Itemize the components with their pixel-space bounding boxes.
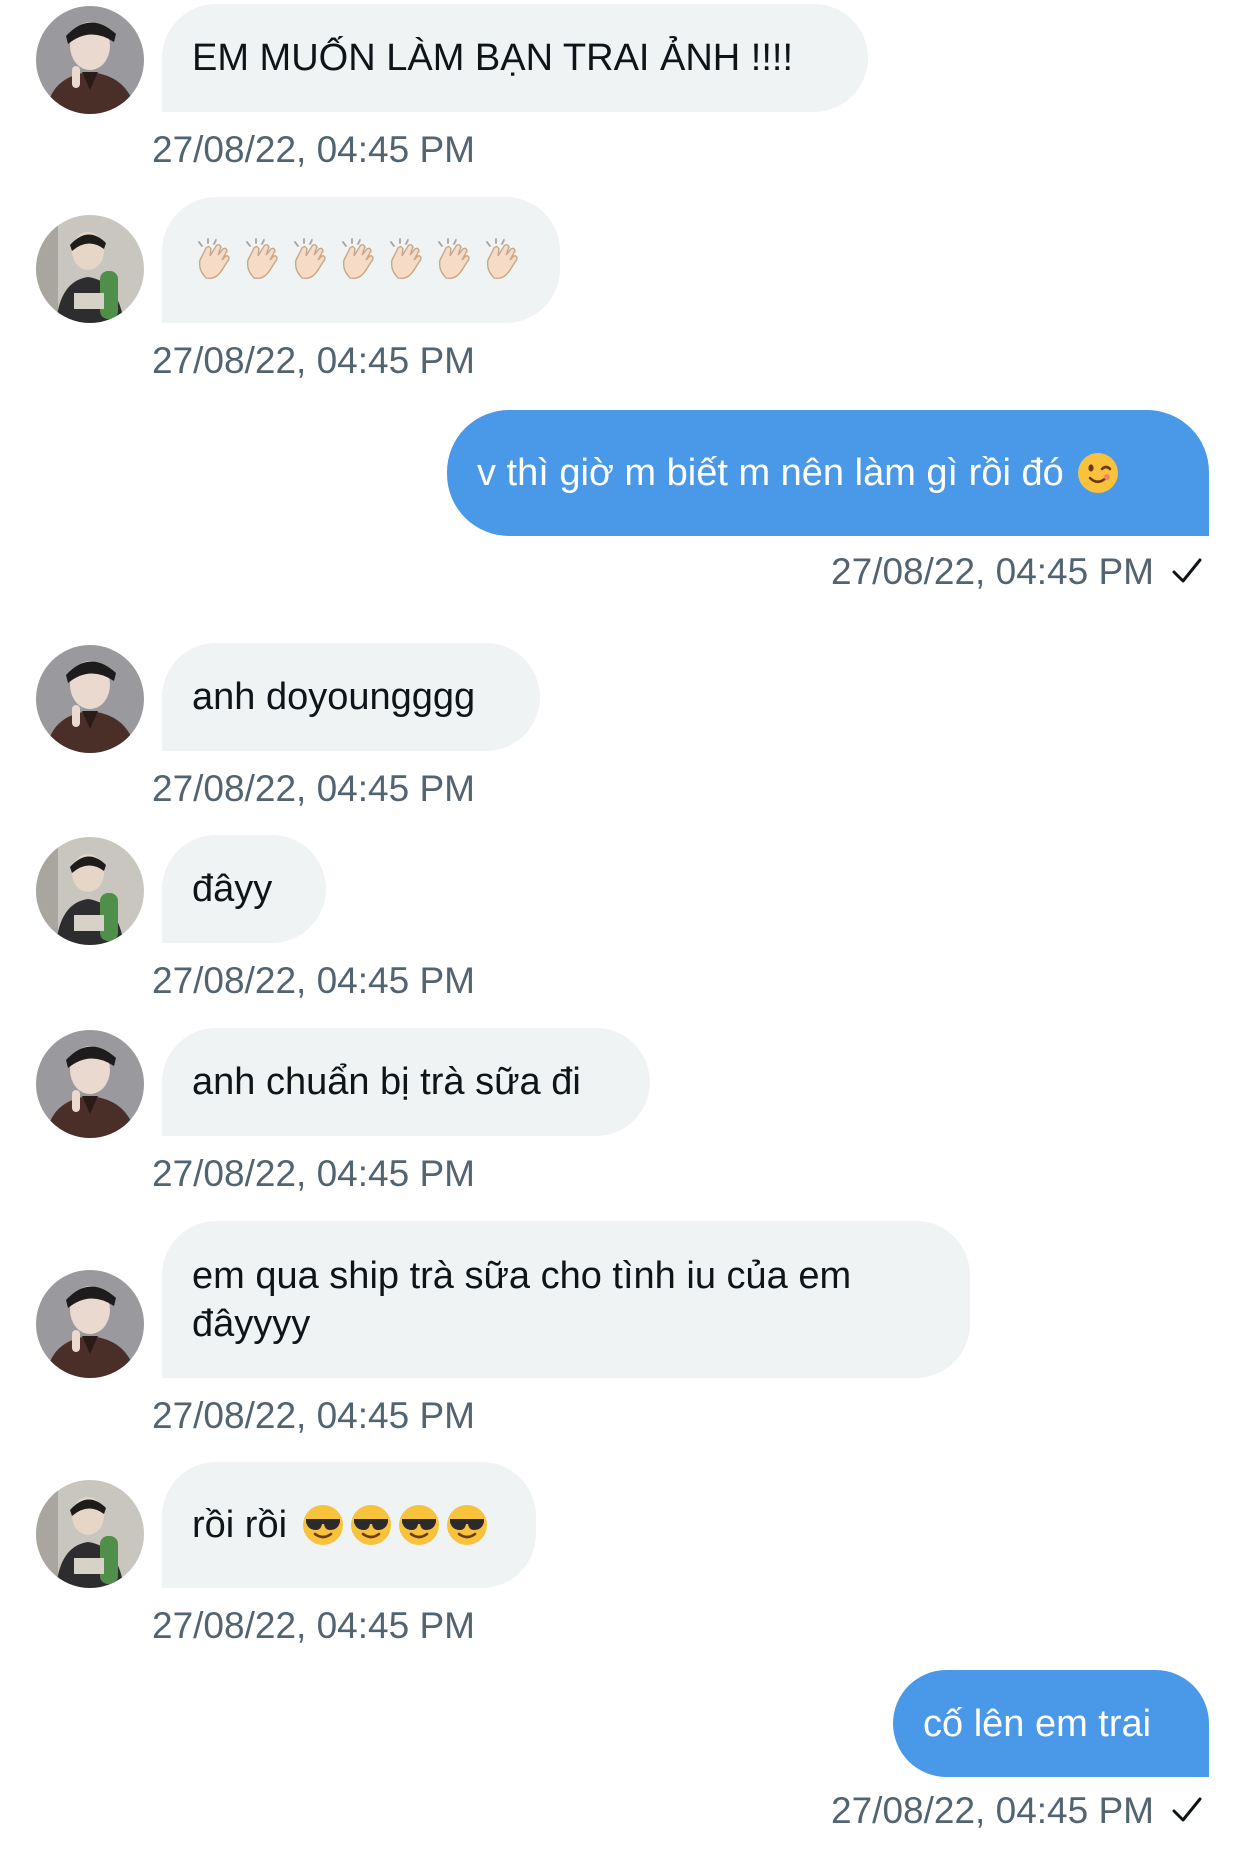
avatar[interactable] [36,645,144,753]
avatar-green-sleeve-icon [36,215,144,323]
message-text: đâyy [192,868,273,910]
clapping-hands-icon [240,238,284,282]
message-timestamp: 27/08/22, 04:45 PM [152,768,475,809]
avatar[interactable] [36,837,144,945]
avatar[interactable] [36,6,144,114]
clapping-hands-icon [384,238,428,282]
message-text: EM MUỐN LÀM BẠN TRAI ẢNH !!!! [192,37,794,79]
emoji-row [301,1503,489,1547]
avatar-dark-jacket-icon [36,6,144,114]
emoji-row [192,238,524,282]
message-timestamp: 27/08/22, 04:45 PM [152,1395,475,1436]
message-bubble[interactable] [162,197,560,323]
avatar-green-sleeve-icon [36,1480,144,1588]
checkmark-icon [1170,1793,1204,1835]
smiling-face-with-sunglasses-icon [301,1503,345,1547]
message-bubble[interactable]: em qua ship trà sữa cho tình iu của em đ… [162,1221,970,1378]
message-timestamp: 27/08/22, 04:45 PM [152,1605,475,1646]
avatar[interactable] [36,1270,144,1378]
message-text: anh doyoungggg [192,676,476,718]
smiling-face-with-sunglasses-icon [349,1503,393,1547]
message-bubble[interactable]: rồi rồi [162,1462,536,1588]
avatar[interactable] [36,215,144,323]
clapping-hands-icon [432,238,476,282]
message-text: cố lên em trai [923,1702,1152,1745]
message-bubble[interactable]: anh doyoungggg [162,643,540,751]
winking-face-icon [1076,451,1120,495]
avatar-green-sleeve-icon [36,837,144,945]
message-text: v thì giờ m biết m nên làm gì rồi đó [477,452,1064,494]
message-timestamp: 27/08/22, 04:45 PM [152,960,475,1001]
message-timestamp: 27/08/22, 04:45 PM [831,552,1204,596]
message-timestamp: 27/08/22, 04:45 PM [152,340,475,381]
avatar-dark-jacket-icon [36,1270,144,1378]
smiling-face-with-sunglasses-icon [397,1503,441,1547]
message-text: em qua ship trà sữa cho tình iu của em đ… [192,1254,852,1345]
message-timestamp: 27/08/22, 04:45 PM [152,129,475,170]
message-text: rồi rồi [192,1504,288,1546]
message-bubble[interactable]: v thì giờ m biết m nên làm gì rồi đó [447,410,1209,536]
clapping-hands-icon [192,238,236,282]
checkmark-icon [1170,554,1204,596]
avatar-dark-jacket-icon [36,645,144,753]
message-text: anh chuẩn bị trà sữa đi [192,1061,581,1103]
message-timestamp: 27/08/22, 04:45 PM [831,1791,1204,1835]
message-bubble[interactable]: cố lên em trai [893,1670,1209,1777]
message-bubble[interactable]: anh chuẩn bị trà sữa đi [162,1028,650,1136]
avatar[interactable] [36,1030,144,1138]
smiling-face-with-sunglasses-icon [445,1503,489,1547]
avatar-dark-jacket-icon [36,1030,144,1138]
clapping-hands-icon [288,238,332,282]
avatar[interactable] [36,1480,144,1588]
message-bubble[interactable]: đâyy [162,835,326,943]
message-bubble[interactable]: EM MUỐN LÀM BẠN TRAI ẢNH !!!! [162,4,868,112]
clapping-hands-icon [480,238,524,282]
clapping-hands-icon [336,238,380,282]
message-timestamp: 27/08/22, 04:45 PM [152,1153,475,1194]
